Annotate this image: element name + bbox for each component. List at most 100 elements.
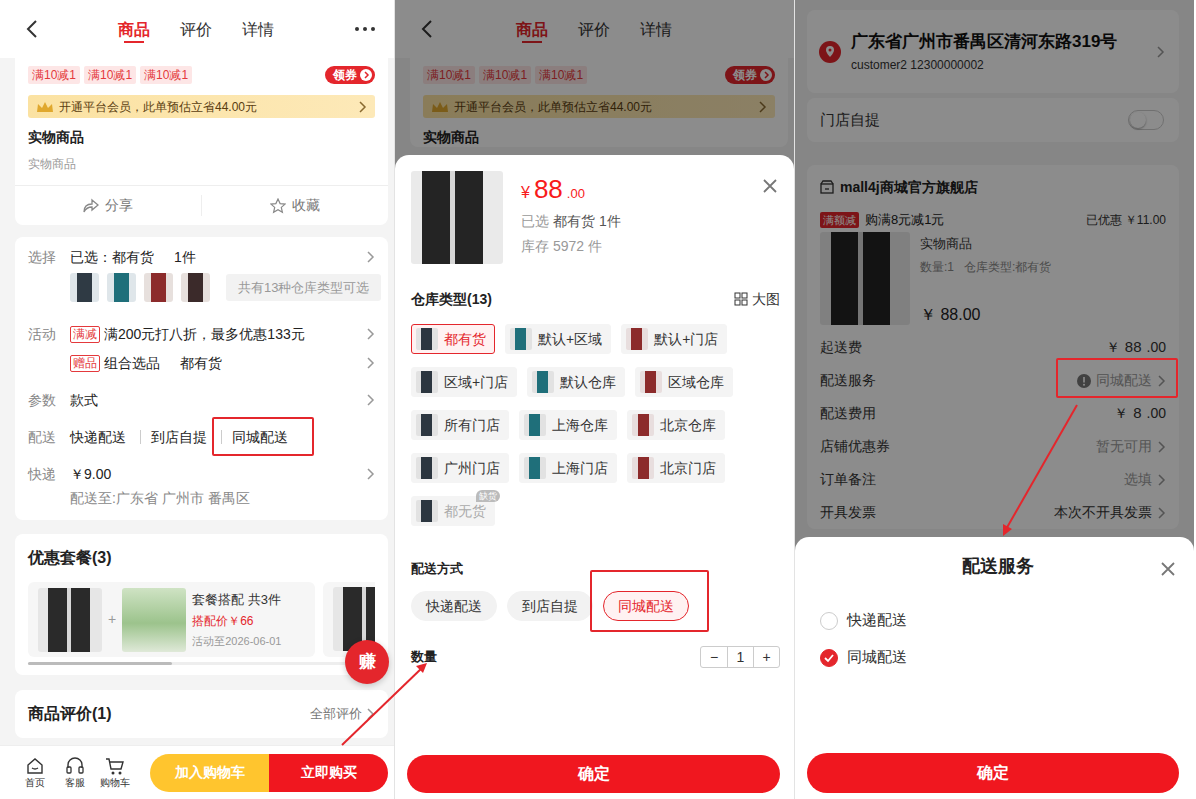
tab-label[interactable]: 评价 xyxy=(180,21,212,38)
big-image-toggle[interactable]: 大图 xyxy=(734,289,780,309)
radio-label[interactable]: 快递配送 xyxy=(847,609,907,632)
warehouse-option[interactable]: 北京仓库 xyxy=(627,410,725,440)
back-arrow-icon[interactable] xyxy=(26,20,38,38)
home-nav[interactable]: 首页 xyxy=(15,756,55,789)
radio-label[interactable]: 同城配送 xyxy=(847,646,907,669)
radio[interactable] xyxy=(820,612,838,630)
confirm-label[interactable]: 确定 xyxy=(977,761,1009,785)
share-button[interactable]: 分享 xyxy=(15,195,201,216)
delivery-option[interactable]: 快递配送 xyxy=(411,591,497,621)
add-to-cart-button[interactable]: 加入购物车 xyxy=(150,754,269,792)
nav-label[interactable]: 首页 xyxy=(25,777,45,789)
close-icon[interactable] xyxy=(762,178,778,194)
delivery-radio-row[interactable]: 同城配送 xyxy=(820,639,1176,676)
get-coupon-label[interactable]: 领券 xyxy=(333,67,357,83)
warehouse-label[interactable]: 区域+门店 xyxy=(444,372,508,393)
warehouse-option[interactable]: 默认仓库 xyxy=(527,367,625,397)
delivery-option-label[interactable]: 到店自提 xyxy=(151,429,207,445)
service-nav[interactable]: 客服 xyxy=(55,756,95,789)
warehouse-label[interactable]: 上海门店 xyxy=(552,458,608,479)
nav-label[interactable]: 客服 xyxy=(65,777,85,789)
buy-now-button[interactable]: 立即购买 xyxy=(269,754,388,792)
warehouse-option[interactable]: 广州门店 xyxy=(411,453,509,483)
get-coupon-button[interactable]: 领券 xyxy=(325,66,375,84)
tab[interactable]: 详情 xyxy=(242,16,274,43)
tab[interactable]: 评价 xyxy=(180,16,212,43)
warehouse-label[interactable]: 都有货 xyxy=(444,329,486,350)
delivery-option[interactable]: 到店自提 xyxy=(140,430,207,444)
delivery-option-label[interactable]: 到店自提 xyxy=(522,596,578,617)
big-image-label[interactable]: 大图 xyxy=(752,289,780,309)
warehouse-option[interactable]: 北京门店 xyxy=(627,453,725,483)
package-card[interactable]: +套餐搭配 共3件搭配价￥66活动至2026-06-01 xyxy=(28,582,315,657)
delivery-option-label[interactable]: 同城配送 xyxy=(618,596,674,617)
tab-label[interactable]: 详情 xyxy=(242,21,274,38)
cart-nav[interactable]: 购物车 xyxy=(95,756,135,789)
member-banner[interactable]: 开通平台会员，此单预估立省44.00元 xyxy=(28,95,375,118)
earn-button[interactable]: 赚 xyxy=(345,640,389,684)
confirm-label[interactable]: 确定 xyxy=(578,762,610,786)
favorite-button[interactable]: 收藏 xyxy=(201,195,388,216)
nav-label[interactable]: 购物车 xyxy=(100,777,130,789)
more-dots-icon[interactable] xyxy=(354,26,376,32)
coupon-tag[interactable]: 满10减1 xyxy=(140,66,192,84)
delivery-option-label[interactable]: 同城配送 xyxy=(232,429,288,445)
earn-label[interactable]: 赚 xyxy=(359,649,376,675)
express-row[interactable]: 快递￥9.00 xyxy=(28,464,375,484)
warehouse-option[interactable]: 区域仓库 xyxy=(635,367,733,397)
warehouse-label[interactable]: 上海仓库 xyxy=(552,415,608,436)
warehouse-label[interactable]: 默认仓库 xyxy=(560,372,616,393)
delivery-radio-row[interactable]: 快递配送 xyxy=(820,602,1176,639)
scroll-thumb[interactable] xyxy=(28,662,172,665)
tab[interactable]: 商品 xyxy=(118,16,150,43)
variant-count-chip[interactable]: 共有13种仓库类型可选 xyxy=(226,274,381,302)
warehouse-label[interactable]: 所有门店 xyxy=(444,415,500,436)
variant-thumbnail[interactable] xyxy=(107,273,136,302)
confirm-button[interactable]: 确定 xyxy=(807,753,1179,793)
delivery-option-label[interactable]: 快递配送 xyxy=(70,429,126,445)
warehouse-label[interactable]: 默认+门店 xyxy=(654,329,718,350)
favorite-label[interactable]: 收藏 xyxy=(292,195,320,216)
stock-text: 库存 5972 件 xyxy=(521,238,602,254)
delivery-option[interactable]: 快递配送 xyxy=(70,427,126,447)
warehouse-option[interactable]: 上海门店 xyxy=(519,453,617,483)
coupon-tag[interactable]: 满10减1 xyxy=(28,66,80,84)
activity-row[interactable]: 赠品组合选品都有货 xyxy=(28,353,375,373)
warehouse-label[interactable]: 北京仓库 xyxy=(660,415,716,436)
warehouse-option[interactable]: 默认+门店 xyxy=(621,324,727,354)
warehouse-option[interactable]: 默认+区域 xyxy=(505,324,611,354)
warehouse-label[interactable]: 默认+区域 xyxy=(538,329,602,350)
coupon-tag[interactable]: 满10减1 xyxy=(84,66,136,84)
activity-row[interactable]: 活动满减满200元打八折，最多优惠133元 xyxy=(28,324,375,344)
variant-thumbnail[interactable] xyxy=(144,273,173,302)
delivery-option[interactable]: 同城配送 xyxy=(221,430,288,444)
member-banner-text[interactable]: 开通平台会员，此单预估立省44.00元 xyxy=(59,98,352,116)
warehouse-option[interactable]: 区域+门店 xyxy=(411,367,517,397)
confirm-button[interactable]: 确定 xyxy=(407,755,780,793)
increase-button[interactable]: + xyxy=(753,647,779,667)
delivery-option[interactable]: 到店自提 xyxy=(507,591,593,621)
warehouse-option[interactable]: 都有货 xyxy=(411,324,495,354)
all-reviews-link[interactable]: 全部评价 xyxy=(310,704,375,724)
warehouse-label[interactable]: 区域仓库 xyxy=(668,372,724,393)
add-to-cart-label[interactable]: 加入购物车 xyxy=(175,762,245,783)
delivery-option[interactable]: 同城配送 xyxy=(603,591,689,621)
variant-thumbnail[interactable] xyxy=(70,273,99,302)
share-label[interactable]: 分享 xyxy=(105,195,133,216)
buy-now-label[interactable]: 立即购买 xyxy=(301,762,357,783)
variant-thumbnail[interactable] xyxy=(181,273,210,302)
tab-label[interactable]: 商品 xyxy=(118,21,150,38)
all-reviews-label[interactable]: 全部评价 xyxy=(310,704,362,724)
warehouse-label[interactable]: 北京门店 xyxy=(660,458,716,479)
quantity-value[interactable]: 1 xyxy=(727,647,753,667)
warehouse-option[interactable]: 所有门店 xyxy=(411,410,509,440)
radio[interactable] xyxy=(820,649,838,667)
delivery-option-label[interactable]: 快递配送 xyxy=(426,596,482,617)
warehouse-option[interactable]: 上海仓库 xyxy=(519,410,617,440)
warehouse-label[interactable]: 广州门店 xyxy=(444,458,500,479)
select-row[interactable]: 选择已选：都有货1件 xyxy=(28,247,375,267)
params-row[interactable]: 参数款式 xyxy=(28,390,375,410)
decrease-button[interactable]: − xyxy=(701,647,727,667)
close-icon[interactable] xyxy=(1160,561,1176,577)
grid-icon[interactable] xyxy=(734,292,748,306)
